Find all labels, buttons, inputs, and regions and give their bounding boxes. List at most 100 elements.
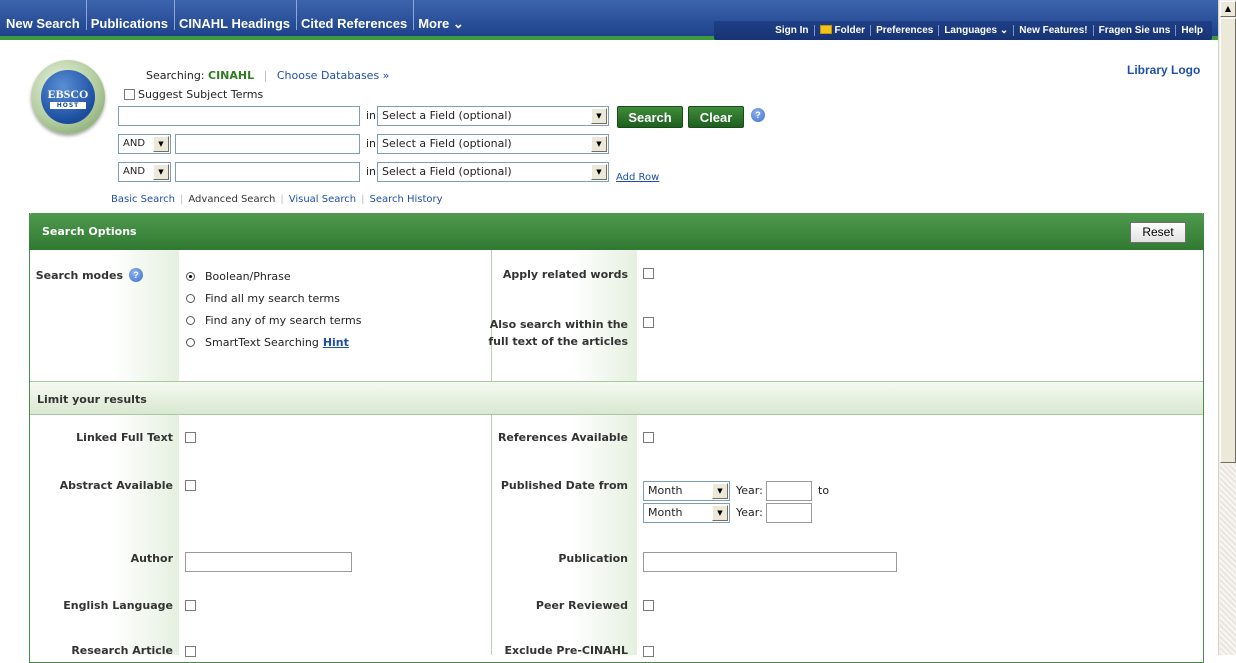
english-language-checkbox[interactable] bbox=[185, 600, 196, 611]
hint-link[interactable]: Hint bbox=[323, 336, 349, 349]
boolean-operator-value: AND bbox=[123, 166, 146, 177]
nav-more-menu[interactable]: More ⌄ bbox=[414, 0, 470, 30]
field-select-2[interactable]: Select a Field (optional) ▼ bbox=[377, 134, 609, 154]
main-nav: New Search Publications CINAHL Headings … bbox=[2, 0, 470, 40]
field-select-value: Select a Field (optional) bbox=[382, 165, 512, 178]
linked-full-text-label: Linked Full Text bbox=[76, 431, 173, 444]
references-available-checkbox[interactable] bbox=[643, 432, 654, 443]
published-to-month-select[interactable]: Month ▼ bbox=[643, 503, 730, 523]
nav-cinahl-headings[interactable]: CINAHL Headings bbox=[175, 0, 297, 30]
mode-find-any[interactable]: Find any of my search terms bbox=[186, 314, 361, 327]
help-icon[interactable]: ? bbox=[129, 268, 143, 282]
label-column-bg bbox=[30, 415, 179, 655]
utility-bar: Sign In Folder Preferences Languages ⌄ N… bbox=[714, 21, 1212, 40]
choose-databases-link[interactable]: Choose Databases » bbox=[277, 69, 390, 82]
basic-search-link[interactable]: Basic Search bbox=[111, 194, 175, 205]
mode-find-all[interactable]: Find all my search terms bbox=[186, 292, 340, 305]
reset-button[interactable]: Reset bbox=[1130, 222, 1186, 243]
nav-new-search[interactable]: New Search bbox=[2, 0, 87, 30]
ebscohost-logo[interactable]: EBSCO HOST bbox=[31, 60, 105, 134]
month-value: Month bbox=[648, 484, 683, 497]
radio[interactable] bbox=[186, 338, 195, 347]
month-value: Month bbox=[648, 506, 683, 519]
abstract-available-checkbox[interactable] bbox=[185, 480, 196, 491]
references-available-label: References Available bbox=[497, 431, 628, 444]
library-logo[interactable]: Library Logo bbox=[1127, 63, 1200, 77]
mode-label: Boolean/Phrase bbox=[205, 270, 291, 283]
publication-input[interactable] bbox=[643, 552, 897, 572]
boolean-operator-value: AND bbox=[123, 138, 146, 149]
also-search-line-2: full text of the articles bbox=[488, 335, 628, 348]
search-history-link[interactable]: Search History bbox=[369, 194, 442, 205]
search-term-input-3[interactable] bbox=[175, 162, 360, 182]
field-select-3[interactable]: Select a Field (optional) ▼ bbox=[377, 162, 609, 182]
advanced-search-link[interactable]: Advanced Search bbox=[188, 194, 275, 205]
suggest-subject-terms-label: Suggest Subject Terms bbox=[138, 88, 264, 101]
top-navigation-bar: New Search Publications CINAHL Headings … bbox=[0, 0, 1218, 40]
linked-full-text-checkbox[interactable] bbox=[185, 432, 196, 443]
published-from-month-select[interactable]: Month ▼ bbox=[643, 481, 730, 501]
author-label: Author bbox=[130, 552, 173, 565]
in-label: in bbox=[366, 137, 377, 150]
in-label: in bbox=[366, 165, 377, 178]
ask-us-link[interactable]: Fragen Sie uns bbox=[1094, 25, 1177, 36]
peer-reviewed-checkbox[interactable] bbox=[643, 600, 654, 611]
search-term-input-1[interactable] bbox=[118, 106, 360, 126]
folder-link[interactable]: Folder bbox=[815, 25, 872, 36]
published-from-year-input[interactable] bbox=[766, 481, 812, 501]
english-language-label: English Language bbox=[63, 599, 173, 612]
radio-selected[interactable] bbox=[186, 272, 195, 281]
visual-search-link[interactable]: Visual Search bbox=[289, 194, 356, 205]
in-label: in bbox=[366, 109, 377, 122]
apply-related-words-checkbox[interactable] bbox=[643, 268, 654, 279]
languages-menu[interactable]: Languages ⌄ bbox=[939, 25, 1015, 36]
search-term-input-2[interactable] bbox=[175, 134, 360, 154]
exclude-pre-cinahl-checkbox[interactable] bbox=[643, 646, 654, 657]
dropdown-arrow-icon[interactable]: ▼ bbox=[712, 483, 728, 499]
abstract-available-label: Abstract Available bbox=[59, 479, 173, 492]
year-label: Year: bbox=[736, 484, 763, 497]
add-row-link[interactable]: Add Row bbox=[616, 172, 659, 183]
to-label: to bbox=[818, 484, 830, 497]
scroll-up-arrow-icon[interactable]: ▲ bbox=[1220, 1, 1236, 17]
dropdown-arrow-icon[interactable]: ▼ bbox=[712, 505, 728, 521]
sign-in-link[interactable]: Sign In bbox=[770, 25, 815, 36]
also-search-fulltext-checkbox[interactable] bbox=[643, 317, 654, 328]
separator: | bbox=[361, 194, 365, 205]
suggest-subject-terms-checkbox[interactable] bbox=[124, 89, 135, 100]
published-to-year-input[interactable] bbox=[766, 503, 812, 523]
database-name: CINAHL bbox=[208, 69, 255, 82]
nav-publications[interactable]: Publications bbox=[87, 0, 175, 30]
help-link[interactable]: Help bbox=[1176, 25, 1208, 36]
scroll-thumb[interactable] bbox=[1220, 18, 1236, 463]
nav-cited-references[interactable]: Cited References bbox=[297, 0, 415, 30]
research-article-checkbox[interactable] bbox=[185, 646, 196, 657]
boolean-operator-select-2[interactable]: AND ▼ bbox=[118, 134, 171, 154]
dropdown-arrow-icon[interactable]: ▼ bbox=[153, 164, 169, 180]
mode-label: Find all my search terms bbox=[205, 292, 340, 305]
radio[interactable] bbox=[186, 316, 195, 325]
exclude-pre-cinahl-label: Exclude Pre-CINAHL bbox=[504, 644, 628, 657]
new-features-link[interactable]: New Features! bbox=[1014, 25, 1094, 36]
radio[interactable] bbox=[186, 294, 195, 303]
vertical-scrollbar[interactable]: ▲ bbox=[1218, 0, 1236, 655]
year-label: Year: bbox=[736, 506, 763, 519]
help-icon[interactable]: ? bbox=[751, 108, 765, 122]
dropdown-arrow-icon[interactable]: ▼ bbox=[591, 108, 607, 124]
clear-button[interactable]: Clear bbox=[688, 106, 744, 128]
dropdown-arrow-icon[interactable]: ▼ bbox=[591, 164, 607, 180]
scroll-track[interactable] bbox=[1220, 465, 1236, 655]
research-article-label: Research Article bbox=[71, 644, 173, 657]
search-button[interactable]: Search bbox=[617, 106, 683, 128]
publication-label: Publication bbox=[558, 552, 628, 565]
preferences-link[interactable]: Preferences bbox=[871, 25, 940, 36]
mode-smarttext[interactable]: SmartText Searching Hint bbox=[186, 336, 349, 349]
dropdown-arrow-icon[interactable]: ▼ bbox=[153, 136, 169, 152]
boolean-operator-select-3[interactable]: AND ▼ bbox=[118, 162, 171, 182]
field-select-1[interactable]: Select a Field (optional) ▼ bbox=[377, 106, 609, 126]
mode-boolean-phrase[interactable]: Boolean/Phrase bbox=[186, 270, 291, 283]
separator: | bbox=[280, 194, 284, 205]
author-input[interactable] bbox=[185, 552, 352, 572]
dropdown-arrow-icon[interactable]: ▼ bbox=[591, 136, 607, 152]
field-select-value: Select a Field (optional) bbox=[382, 137, 512, 150]
